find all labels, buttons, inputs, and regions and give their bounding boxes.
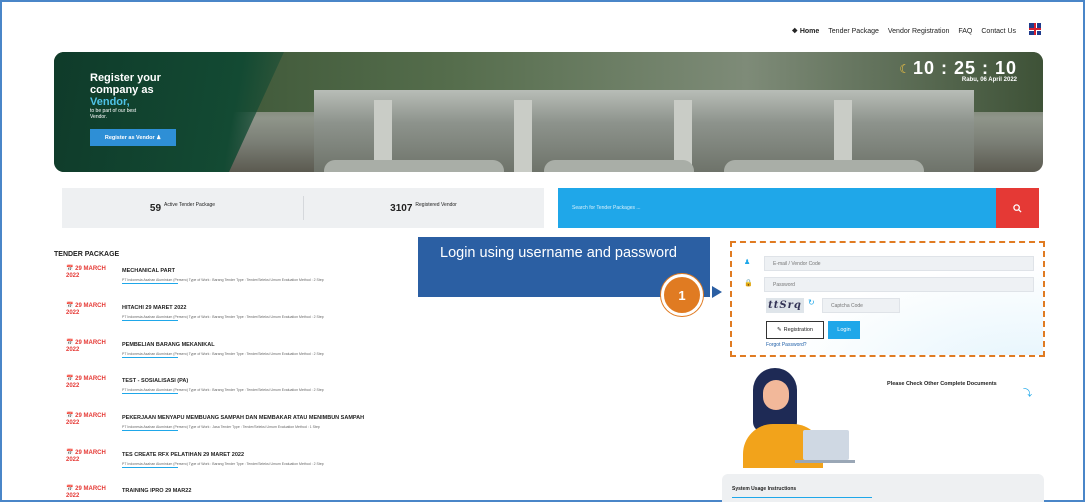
tender-meta: PT Indonesia Asahan Aluminium (Persero) … [122,388,324,392]
uk-flag-icon[interactable] [1029,23,1041,35]
clock-date: Rabu, 06 April 2022 [961,77,1017,83]
instructions-title: System Usage Instructions [732,486,797,492]
search-button[interactable] [996,188,1039,228]
callout-pointer [712,286,722,298]
tender-date: 📅 29 MARCH 2022 [66,413,106,426]
captcha-field[interactable] [822,298,900,313]
nav-faq[interactable]: FAQ [958,28,972,35]
tender-meta: PT Indonesia Asahan Aluminium (Persero) … [122,352,324,356]
tender-search [558,188,1039,228]
tender-item[interactable]: 📅 29 MARCH 2022 TES CREATE RFX PELATIHAN… [54,450,474,480]
edit-icon: ✎ [777,327,782,333]
tender-item[interactable]: 📅 29 MARCH 2022 PEMBELIAN BARANG MEKANIK… [54,340,474,370]
tender-date: 📅 29 MARCH 2022 [66,376,106,389]
registration-button[interactable]: ✎ Registration [766,321,824,339]
check-documents-text[interactable]: Please Check Other Complete Documents [887,381,997,387]
captcha-image: ttSrq [766,298,804,313]
moon-icon: ☾ [899,62,910,76]
tender-name: TRAINING IPRO 29 MAR22 [122,488,192,494]
tender-meta: PT Indonesia Asahan Aluminium (Persero) … [122,425,320,429]
woman-laptop-illustration [735,368,875,468]
nav-tender-package[interactable]: Tender Package [828,28,879,35]
tender-package-heading: TENDER PACKAGE [54,251,120,258]
email-field[interactable] [764,256,1034,271]
login-panel: ♟ 🔒 ttSrq ↻ ✎ Registration Login Forgot … [730,241,1045,357]
nav-vendor-registration[interactable]: Vendor Registration [888,28,949,35]
tender-date: 📅 29 MARCH 2022 [66,266,106,279]
nav-home[interactable]: ❖ Home [792,27,820,35]
promo-title: Register your company as Vendor, [90,72,161,108]
clock-time: 10 : 25 : 10 [912,58,1017,78]
login-button[interactable]: Login [828,321,860,339]
hero-banner: Register your company as Vendor, to be p… [54,52,1043,172]
register-as-vendor-button[interactable]: Register as Vendor ♟ [90,129,176,146]
password-field[interactable] [764,277,1034,292]
registered-vendor-stat: 3107 Registered Vendor [303,188,544,228]
tender-item[interactable]: 📅 29 MARCH 2022 MECHANICAL PART PT Indon… [54,266,474,296]
step-badge: 1 [661,274,703,316]
stats-bar: 59 Active Tender Package 3107 Registered… [62,188,544,228]
tender-date: 📅 29 MARCH 2022 [66,340,106,353]
active-tender-stat: 59 Active Tender Package [149,202,216,214]
tender-name: TES CREATE RFX PELATIHAN 29 MARET 2022 [122,452,245,458]
tender-date: 📅 29 MARCH 2022 [66,450,106,463]
tender-item[interactable]: 📅 29 MARCH 2022 HITACHI 29 MARET 2022 PT… [54,303,474,333]
curved-arrow-icon: ⤵ [1023,388,1033,398]
top-navigation: ❖ Home Tender Package Vendor Registratio… [792,27,1039,36]
promo-subtitle: to be part of our best Vendor. [90,108,137,120]
forgot-password-link[interactable]: Forgot Password? [766,342,807,348]
tender-date: 📅 29 MARCH 2022 [66,486,106,499]
tender-name: TEST - SOSIALISASI (PA) [122,378,189,384]
tender-meta: PT Indonesia Asahan Aluminium (Persero) … [122,462,324,466]
tender-name: MECHANICAL PART [122,268,175,274]
refresh-icon[interactable]: ↻ [808,298,815,307]
tender-date: 📅 29 MARCH 2022 [66,303,106,316]
nav-home-label: Home [799,28,820,35]
lock-icon: 🔒 [744,280,753,287]
tender-name: PEKERJAAN MENYAPU MEMBUANG SAMPAH DAN ME… [122,415,365,421]
user-icon: ♟ [156,134,162,141]
tender-item[interactable]: 📅 29 MARCH 2022 PEKERJAAN MENYAPU MEMBUA… [54,413,474,443]
user-icon: ♟ [744,259,751,266]
tender-meta: PT Indonesia Asahan Aluminium (Persero) … [122,315,324,319]
nav-contact-us[interactable]: Contact Us [981,28,1016,35]
tender-meta: PT Indonesia Asahan Aluminium (Persero) … [122,278,324,282]
dam-image [314,90,974,172]
tender-name: PEMBELIAN BARANG MEKANIKAL [122,342,215,348]
tender-name: HITACHI 29 MARET 2022 [122,305,187,311]
usage-instructions-panel: System Usage Instructions [722,474,1044,502]
tender-item[interactable]: 📅 29 MARCH 2022 TEST - SOSIALISASI (PA) … [54,376,474,406]
search-input[interactable] [558,188,996,228]
tender-item[interactable]: 📅 29 MARCH 2022 TRAINING IPRO 29 MAR22 [54,486,474,500]
search-icon [1013,203,1022,213]
